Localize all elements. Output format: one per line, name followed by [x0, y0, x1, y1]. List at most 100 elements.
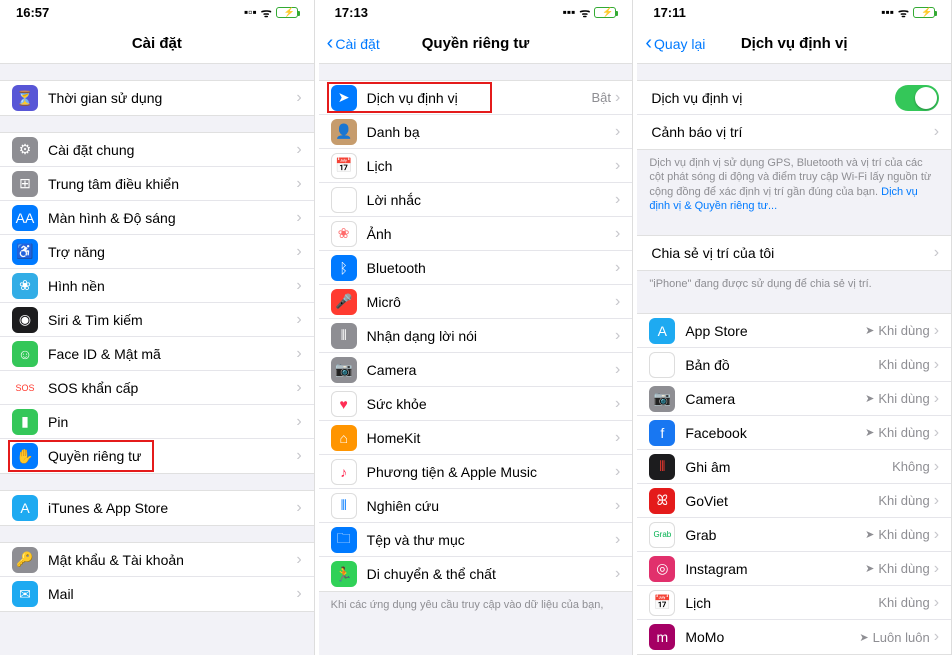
row-label: Lời nhắc [367, 192, 615, 208]
location-arrow-icon: ➤ [859, 631, 868, 644]
row-label: Ghi âm [685, 459, 892, 475]
toggle-on[interactable] [895, 85, 939, 111]
settings-row[interactable]: ◉Siri & Tìm kiếm› [0, 303, 314, 337]
row-value: Khi dùng [878, 357, 929, 372]
settings-row[interactable]: ⦀Nhận dạng lời nói› [319, 319, 633, 353]
row-label: Siri & Tìm kiếm [48, 312, 296, 328]
settings-row[interactable]: 🎤Micrô› [319, 285, 633, 319]
chevron-right-icon: › [615, 565, 620, 583]
app-icon: 🗺 [649, 352, 675, 378]
settings-row[interactable]: ☺Face ID & Mật mã› [0, 337, 314, 371]
settings-row[interactable]: fFacebook➤Khi dùng› [637, 416, 951, 450]
settings-row[interactable]: ➤Dịch vụ định vịBật› [319, 81, 633, 115]
back-label: Cài đặt [335, 36, 379, 52]
chevron-right-icon: › [296, 243, 301, 261]
app-icon: ⌂ [331, 425, 357, 451]
settings-row[interactable]: ♥Sức khỏe› [319, 387, 633, 421]
location-arrow-icon: ➤ [865, 562, 874, 575]
wifi-icon: ᯤ [579, 4, 590, 21]
row-label: Grab [685, 527, 865, 543]
app-icon: A [649, 318, 675, 344]
chevron-right-icon: › [296, 277, 301, 295]
app-icon: ꕤ [649, 488, 675, 514]
settings-row[interactable]: GrabGrab➤Khi dùng› [637, 518, 951, 552]
settings-row[interactable]: ⌂HomeKit› [319, 421, 633, 455]
row-location-alerts[interactable]: Cảnh báo vị trí › [637, 115, 951, 149]
settings-row[interactable]: ⦀Ghi âmKhông› [637, 450, 951, 484]
settings-row[interactable]: AiTunes & App Store› [0, 491, 314, 525]
app-icon: ➤ [331, 85, 357, 111]
settings-row[interactable]: 📷Camera➤Khi dùng› [637, 382, 951, 416]
row-label: Nghiên cứu [367, 498, 615, 514]
time: 16:57 [16, 5, 49, 20]
settings-row[interactable]: 🏃Di chuyển & thể chất› [319, 557, 633, 591]
row-label: Mail [48, 586, 296, 602]
group-apps: AApp Store➤Khi dùng›🗺Bản đồKhi dùng›📷Cam… [637, 313, 951, 655]
row-label: MoMo [685, 629, 859, 645]
row-location-services[interactable]: Dịch vụ định vị [637, 81, 951, 115]
row-label: iTunes & App Store [48, 500, 296, 516]
row-share-location[interactable]: Chia sẻ vị trí của tôi › [637, 236, 951, 270]
row-label: Hình nền [48, 278, 296, 294]
settings-row[interactable]: ᛒBluetooth› [319, 251, 633, 285]
settings-row[interactable]: ♿Trợ năng› [0, 235, 314, 269]
row-label: SOS khẩn cấp [48, 380, 296, 396]
settings-row[interactable]: ▮Pin› [0, 405, 314, 439]
settings-row[interactable]: ♪Phương tiện & Apple Music› [319, 455, 633, 489]
chevron-right-icon: › [296, 209, 301, 227]
status-icons: ▪▪▪ ᯤ ⚡ [563, 4, 617, 21]
app-icon: ᛒ [331, 255, 357, 281]
label: Cảnh báo vị trí [651, 124, 933, 140]
app-icon: ✋ [12, 443, 38, 469]
chevron-left-icon: ‹ [327, 32, 334, 55]
settings-row[interactable]: ◎Instagram➤Khi dùng› [637, 552, 951, 586]
settings-row[interactable]: ❀Hình nền› [0, 269, 314, 303]
nav-title: Cài đặt [132, 35, 182, 52]
wifi-icon: ᯤ [261, 4, 272, 21]
chevron-right-icon: › [615, 531, 620, 549]
back-button[interactable]: ‹ Cài đặt [327, 32, 380, 55]
settings-row[interactable]: AAMàn hình & Độ sáng› [0, 201, 314, 235]
settings-row[interactable]: 📅LịchKhi dùng› [637, 586, 951, 620]
app-icon: ♥ [331, 391, 357, 417]
settings-row[interactable]: 🗀Tệp và thư mục› [319, 523, 633, 557]
settings-row[interactable]: 📷Camera› [319, 353, 633, 387]
settings-row[interactable]: ꕤGoVietKhi dùng› [637, 484, 951, 518]
settings-row[interactable]: 🗺Bản đồKhi dùng› [637, 348, 951, 382]
app-icon: ♿ [12, 239, 38, 265]
group-share: Chia sẻ vị trí của tôi › [637, 235, 951, 271]
settings-row[interactable]: ⏳Thời gian sử dụng› [0, 81, 314, 115]
app-icon: ⊞ [12, 171, 38, 197]
settings-row[interactable]: ⚙Cài đặt chung› [0, 133, 314, 167]
row-label: Tệp và thư mục [367, 532, 615, 548]
label: Dịch vụ định vị [651, 90, 895, 106]
row-value: Khi dùng [878, 425, 929, 440]
settings-row[interactable]: ✉Mail› [0, 577, 314, 611]
row-label: Face ID & Mật mã [48, 346, 296, 362]
status-icons: ▪▪▪ ᯤ ⚡ [881, 4, 935, 21]
chevron-right-icon: › [296, 311, 301, 329]
row-label: Pin [48, 414, 296, 430]
app-icon: ⚙ [12, 137, 38, 163]
settings-row[interactable]: ☰Lời nhắc› [319, 183, 633, 217]
settings-row[interactable]: 👤Danh bạ› [319, 115, 633, 149]
settings-row[interactable]: ❀Ảnh› [319, 217, 633, 251]
settings-row[interactable]: ⦀Nghiên cứu› [319, 489, 633, 523]
settings-row[interactable]: ✋Quyền riêng tư› [0, 439, 314, 473]
chevron-right-icon: › [934, 244, 939, 262]
settings-row[interactable]: 📅Lịch› [319, 149, 633, 183]
chevron-right-icon: › [296, 413, 301, 431]
settings-row[interactable]: mMoMo➤Luôn luôn› [637, 620, 951, 654]
chevron-right-icon: › [615, 497, 620, 515]
settings-row[interactable]: AApp Store➤Khi dùng› [637, 314, 951, 348]
row-label: Micrô [367, 294, 615, 310]
back-button[interactable]: ‹ Quay lại [645, 32, 705, 55]
settings-row[interactable]: 🔑Mật khẩu & Tài khoản› [0, 543, 314, 577]
location-arrow-icon: ➤ [865, 324, 874, 337]
chevron-right-icon: › [296, 175, 301, 193]
group-screentime: ⏳Thời gian sử dụng› [0, 80, 314, 116]
chevron-right-icon: › [934, 560, 939, 578]
settings-row[interactable]: SOSSOS khẩn cấp› [0, 371, 314, 405]
settings-row[interactable]: ⊞Trung tâm điều khiển› [0, 167, 314, 201]
chevron-right-icon: › [934, 526, 939, 544]
